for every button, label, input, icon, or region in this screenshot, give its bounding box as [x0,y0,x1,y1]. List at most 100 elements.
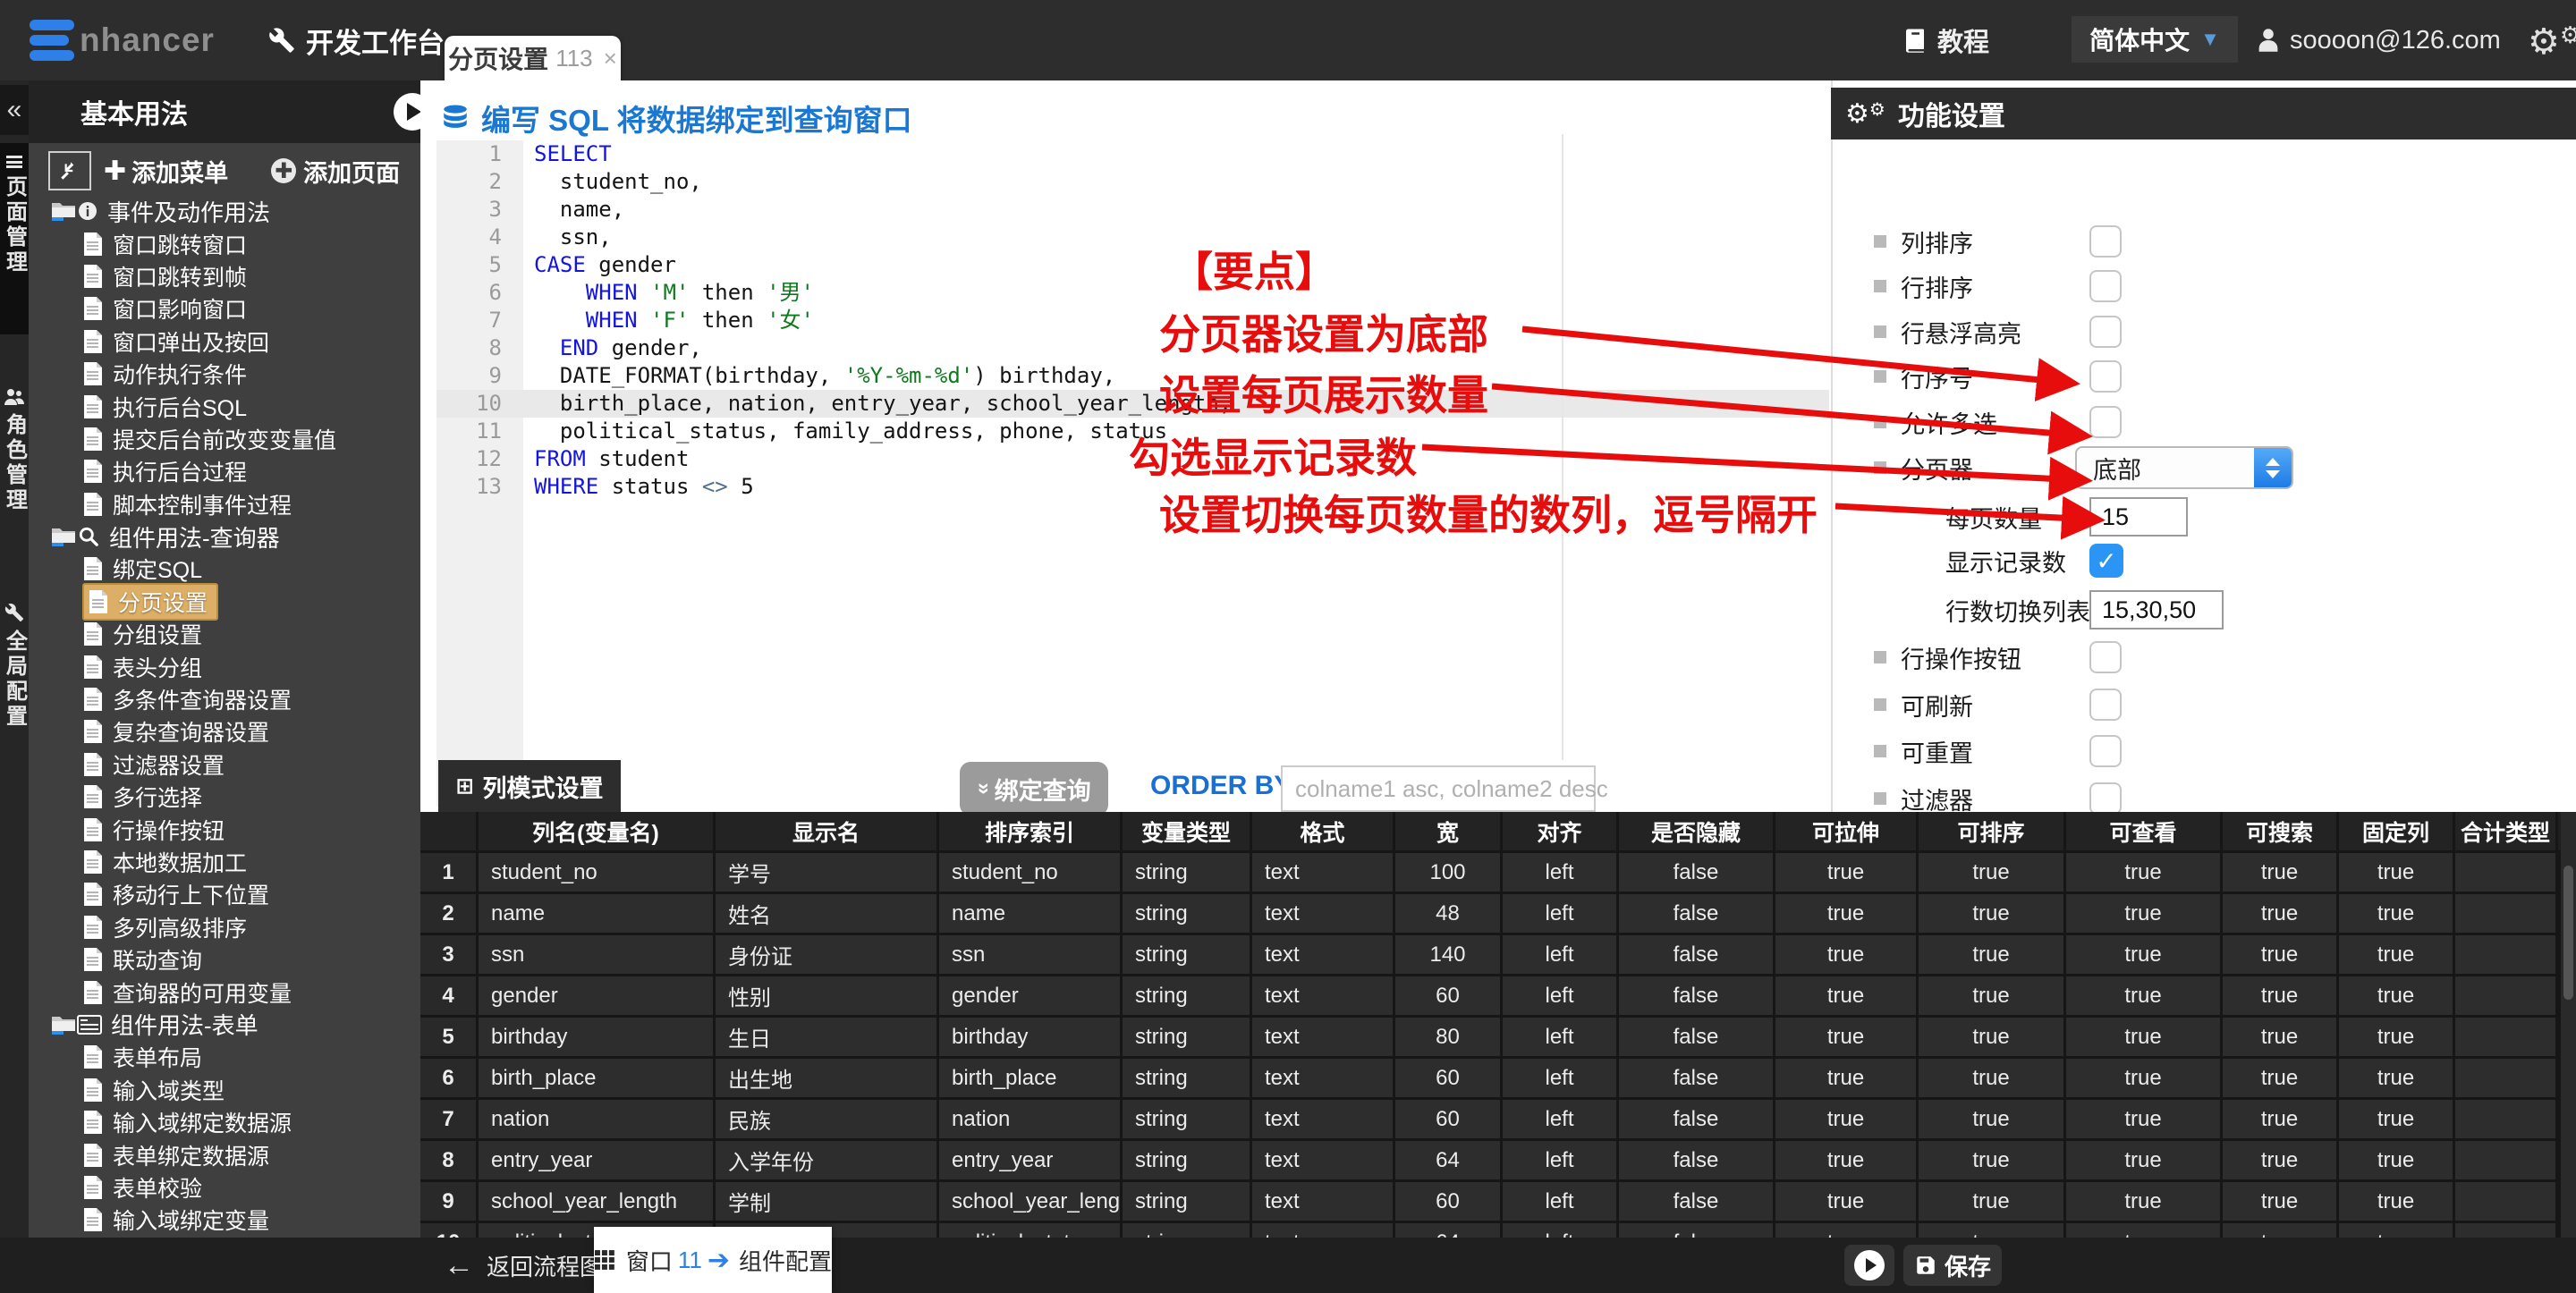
tree-folder-事件及动作用法[interactable]: 事件及动作用法 [29,195,420,227]
code-line-5[interactable]: 5CASE gender [436,251,1832,279]
tree-page-窗口影响窗口[interactable]: 窗口影响窗口 [29,292,420,325]
header-对齐[interactable]: 对齐 [1503,812,1619,850]
checkbox-列排序[interactable] [2089,225,2122,258]
tree-page-查询器的可用变量[interactable]: 查询器的可用变量 [29,976,420,1008]
tree-page-执行后台过程[interactable]: 执行后台过程 [29,455,420,487]
checkbox-可刷新[interactable] [2089,689,2122,721]
table-row-entry_year[interactable]: 8entry_year入学年份entry_yearstringtext64lef… [420,1141,2561,1179]
tree-page-分组设置[interactable]: 分组设置 [29,618,420,650]
table-row-nation[interactable]: 7nation民族nationstringtext60leftfalsetrue… [420,1100,2561,1138]
add-page-button[interactable]: ✚添加页面 [271,154,400,189]
tree-page-多列高级排序[interactable]: 多列高级排序 [29,911,420,943]
user-account[interactable]: soooon@126.com [2256,0,2501,80]
code-line-9[interactable]: 9 DATE_FORMAT(birthday, '%Y-%m-%d') birt… [436,362,1832,390]
header-显示名[interactable]: 显示名 [716,812,939,850]
input-每页数量[interactable]: 15 [2089,497,2188,537]
tree-page-输入域绑定数据源[interactable]: 输入域绑定数据源 [29,1106,420,1138]
tree-folder-组件用法-表单[interactable]: 组件用法-表单 [29,1009,420,1041]
collapse-sidebar-button[interactable]: « [0,85,29,135]
tree-page-联动查询[interactable]: 联动查询 [29,943,420,976]
tutorial-button[interactable]: 教程 [1902,0,1989,80]
run-button[interactable] [1844,1245,1894,1286]
checkbox-可重置[interactable] [2089,735,2122,767]
checkbox-过滤器[interactable] [2089,782,2122,815]
tree-page-脚本控制事件过程[interactable]: 脚本控制事件过程 [29,488,420,520]
checkbox-允许多选[interactable] [2089,406,2122,438]
tree-page-窗口跳转到帧[interactable]: 窗口跳转到帧 [29,260,420,292]
header-格式[interactable]: 格式 [1252,812,1395,850]
save-button[interactable]: 保存 [1903,1245,2002,1286]
rail-tab-角色管理[interactable]: 角色管理 [0,376,29,585]
tree-folder-组件用法-查询器[interactable]: 组件用法-查询器 [29,520,420,553]
table-row-gender[interactable]: 4gender性别genderstringtext60leftfalsetrue… [420,976,2561,1015]
code-line-3[interactable]: 3 name, [436,196,1832,224]
rail-tab-全局配置[interactable]: 全局配置 [0,590,29,817]
input-行数切换列表[interactable]: 15,30,50 [2089,590,2224,630]
column-mode-tab[interactable]: ⊞ 列模式设置 [438,760,621,812]
table-scrollbar[interactable] [2561,812,2576,1238]
select-分页器[interactable]: 底部 [2075,446,2293,489]
table-row-school_year_length[interactable]: 9school_year_length学制school_year_lengths… [420,1182,2561,1221]
header-可拉伸[interactable]: 可拉伸 [1775,812,1919,850]
tree-page-多条件查询器设置[interactable]: 多条件查询器设置 [29,683,420,715]
tree-page-动作执行条件[interactable]: 动作执行条件 [29,358,420,390]
code-line-7[interactable]: 7 WHEN 'F' then '女' [436,307,1832,334]
checkbox-显示记录数[interactable]: ✓ [2089,544,2123,578]
header-排序索引[interactable]: 排序索引 [939,812,1123,850]
tree-page-提交后台前改变变量值[interactable]: 提交后台前改变变量值 [29,423,420,455]
bind-query-button[interactable]: « 绑定查询 [960,762,1108,816]
tree-page-绑定SQL[interactable]: 绑定SQL [29,553,420,585]
add-menu-button[interactable]: ✚添加菜单 [104,154,228,189]
tree-page-窗口弹出及按回[interactable]: 窗口弹出及按回 [29,325,420,358]
tree-page-输入域绑定变量[interactable]: 输入域绑定变量 [29,1204,420,1236]
tree-page-表单布局[interactable]: 表单布局 [29,1041,420,1073]
tree-page-表单校验[interactable]: 表单校验 [29,1171,420,1204]
language-selector[interactable]: 简体中文 ▼ [2072,16,2238,63]
tree-page-过滤器设置[interactable]: 过滤器设置 [29,748,420,781]
checkbox-行排序[interactable] [2089,270,2122,302]
code-line-2[interactable]: 2 student_no, [436,168,1832,196]
checkbox-行序号[interactable] [2089,360,2122,393]
back-to-flow-button[interactable]: ← 返回流程图 [444,1238,603,1293]
checkbox-行悬浮高亮[interactable] [2089,316,2122,348]
orderby-input[interactable]: colname1 asc, colname2 desc [1281,765,1596,812]
code-line-1[interactable]: 1SELECT [436,140,1832,168]
tree-page-分页设置[interactable]: 分页设置 [29,586,420,618]
tree-page-表头分组[interactable]: 表头分组 [29,650,420,682]
tree-page-表单绑定数据源[interactable]: 表单绑定数据源 [29,1138,420,1170]
app-logo[interactable]: nhancer [30,20,215,61]
tree-page-复杂查询器设置[interactable]: 复杂查询器设置 [29,715,420,748]
selected-tree-item[interactable]: 分页设置 [82,583,218,621]
table-row-birthday[interactable]: 5birthday生日birthdaystringtext80leftfalse… [420,1018,2561,1056]
rail-tab-页面管理[interactable]: 页面管理 [0,143,29,334]
tree-page-移动行上下位置[interactable]: 移动行上下位置 [29,878,420,910]
header-可查看[interactable]: 可查看 [2066,812,2223,850]
code-line-4[interactable]: 4 ssn, [436,224,1832,251]
tree-page-输入域类型[interactable]: 输入域类型 [29,1074,420,1106]
tree-page-执行后台SQL[interactable]: 执行后台SQL [29,390,420,422]
code-line-6[interactable]: 6 WHEN 'M' then '男' [436,279,1832,307]
code-line-10[interactable]: 10 birth_place, nation, entry_year, scho… [436,390,1832,418]
open-page-tab[interactable]: 分页设置 113 × [445,36,621,80]
header-固定列[interactable]: 固定列 [2339,812,2455,850]
tab-close-icon[interactable]: × [604,45,617,72]
header-合计类型[interactable]: 合计类型 [2455,812,2558,850]
header-rownum[interactable] [420,812,479,850]
header-可排序[interactable]: 可排序 [1919,812,2066,850]
locate-page-button[interactable] [48,151,91,190]
tree-page-窗口跳转窗口[interactable]: 窗口跳转窗口 [29,227,420,259]
table-row-birth_place[interactable]: 6birth_place出生地birth_placestringtext60le… [420,1059,2561,1097]
table-row-name[interactable]: 2name姓名namestringtext48leftfalsetruetrue… [420,894,2561,933]
tree-page-行操作按钮[interactable]: 行操作按钮 [29,813,420,845]
header-宽[interactable]: 宽 [1395,812,1503,850]
tree-page-多行选择[interactable]: 多行选择 [29,781,420,813]
settings-gears-icon[interactable]: ⚙⚙ [2528,21,2576,63]
code-line-8[interactable]: 8 END gender, [436,334,1832,362]
window-config-tab[interactable]: 窗口 11 ➔ 组件配置 [594,1227,832,1293]
header-变量类型[interactable]: 变量类型 [1123,812,1252,850]
table-row-ssn[interactable]: 3ssn身份证ssnstringtext140leftfalsetruetrue… [420,935,2561,974]
header-可搜索[interactable]: 可搜索 [2223,812,2339,850]
tree-page-本地数据加工[interactable]: 本地数据加工 [29,846,420,878]
header-是否隐藏[interactable]: 是否隐藏 [1619,812,1775,850]
header-列名(变量名)[interactable]: 列名(变量名) [479,812,716,850]
